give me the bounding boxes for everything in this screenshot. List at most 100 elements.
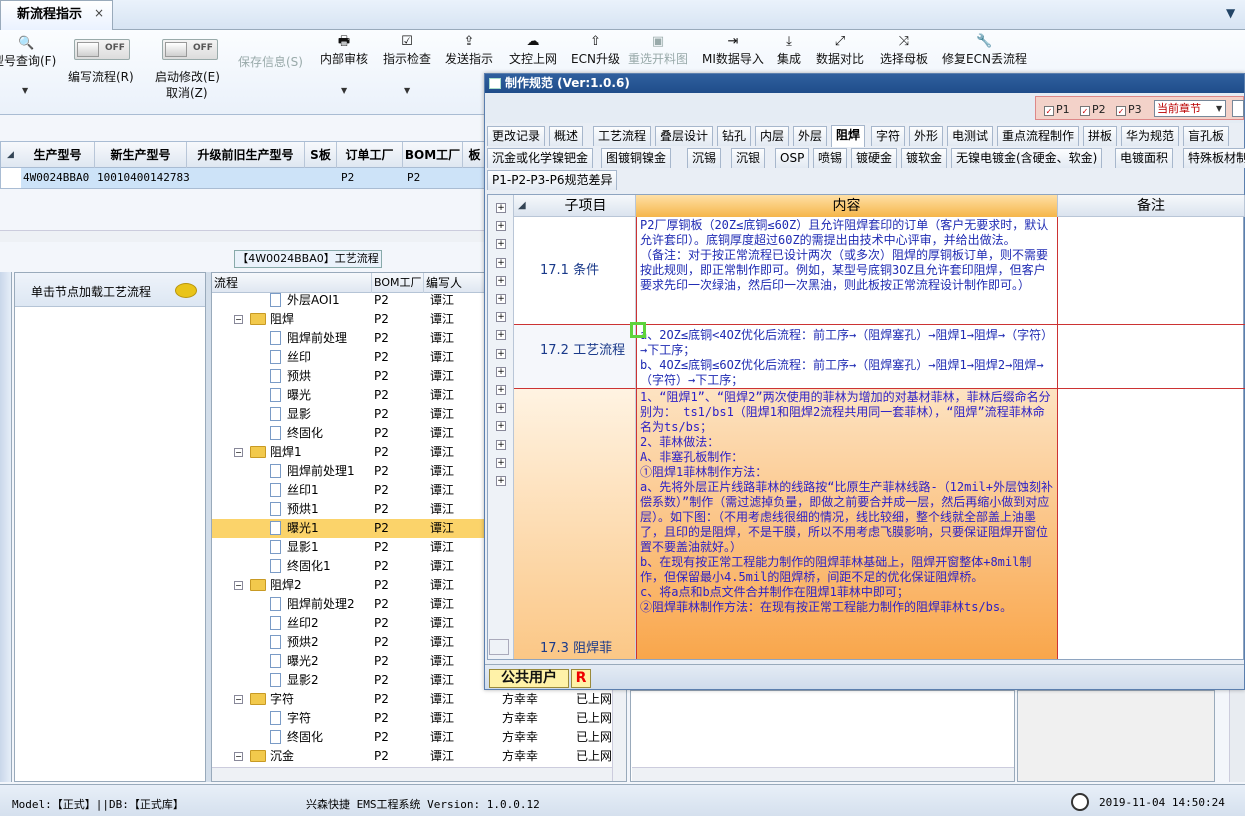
tab-close-icon[interactable]: × xyxy=(94,6,104,20)
expand-row-icon[interactable]: + xyxy=(496,366,506,377)
grid-horizontal-scrollbar[interactable] xyxy=(0,230,487,242)
tab-spec-item[interactable]: 镀硬金 xyxy=(851,148,898,168)
tab-spec-item[interactable]: 外形 xyxy=(909,126,944,146)
expand-row-icon[interactable]: + xyxy=(496,221,506,232)
tab-spec-item[interactable]: 沉银 xyxy=(731,148,766,168)
tab-spec-item[interactable]: 钻孔 xyxy=(717,126,752,146)
tab-spec-item[interactable]: 电镀面积 xyxy=(1115,148,1174,168)
spec-row-3-remark[interactable] xyxy=(1058,389,1245,659)
p2-checkbox[interactable]: ✓ P2 xyxy=(1080,103,1106,116)
internal-review-button[interactable]: 🖶 内部审核 xyxy=(320,34,368,67)
spec-scroll-arrows[interactable] xyxy=(489,639,509,655)
spec-row-3-subject[interactable]: 17.3 阻焊菲 xyxy=(514,389,636,659)
col-old-production-model[interactable]: 升级前旧生产型号 xyxy=(187,142,305,168)
chevron-down-icon[interactable]: ▼ xyxy=(1216,100,1222,117)
tree-row[interactable]: 终固化 P2 谭江 方幸幸 已上网 xyxy=(212,728,626,747)
col-s-board[interactable]: S板 xyxy=(305,142,337,168)
p3-checkbox[interactable]: ✓ P3 xyxy=(1116,103,1142,116)
tab-spec-item[interactable]: P1-P2-P3-P6规范差异 xyxy=(487,170,618,190)
col-remark[interactable]: 备注 xyxy=(1058,195,1245,217)
col-bom-factory[interactable]: BOM工厂 xyxy=(372,273,424,293)
collapse-toggle-icon[interactable]: − xyxy=(234,752,243,761)
tree-row[interactable]: 字符 P2 谭江 方幸幸 已上网 xyxy=(212,709,626,728)
col-flow[interactable]: 流程 xyxy=(212,273,372,293)
expand-row-icon[interactable]: + xyxy=(496,457,506,468)
cancel-button[interactable]: 取消(Z) xyxy=(166,84,208,101)
col-new-production-model[interactable]: 新生产型号 xyxy=(95,142,187,168)
tab-spec-item[interactable]: 图镀铜镍金 xyxy=(601,148,672,168)
collapse-toggle-icon[interactable]: − xyxy=(234,315,243,324)
mi-data-import-button[interactable]: ⇥ MI数据导入 xyxy=(702,34,764,67)
spec-row-1-subject[interactable]: 17.1 条件 xyxy=(514,217,636,325)
spec-row-1-content[interactable]: P2厂厚铜板（20Z≤底铜≤60Z）且允许阻焊套印的订单（客户无要求时，默认允许… xyxy=(636,217,1058,325)
doc-control-online-button[interactable]: ☁ 文控上网 xyxy=(509,34,557,67)
tab-spec-item[interactable]: 外层 xyxy=(793,126,828,146)
expand-row-icon[interactable]: + xyxy=(496,294,506,304)
model-query-dropdown-icon[interactable]: ▼ xyxy=(22,86,28,95)
edit-flow-toggle[interactable]: OFF xyxy=(74,39,130,60)
spec-row-2-subject[interactable]: 17.2 工艺流程 xyxy=(514,325,636,389)
tab-spec-item[interactable]: 沉锡 xyxy=(687,148,722,168)
expand-row-icon[interactable]: + xyxy=(496,275,506,286)
expand-row-icon[interactable]: + xyxy=(496,203,506,213)
expand-row-icon[interactable]: + xyxy=(496,421,506,432)
spec-row-1-remark[interactable] xyxy=(1058,217,1245,325)
data-compare-button[interactable]: ⤢ 数据对比 xyxy=(816,34,864,67)
spec-row-2-content[interactable]: a、2OZ≤底铜<4OZ优化后流程：前工序→（阻焊塞孔）→阻焊1→阻焊→（字符）… xyxy=(636,325,1058,389)
tab-list-chevron-icon[interactable]: ▼ xyxy=(1226,6,1235,20)
dialog-title-bar[interactable]: 制作规范 (Ver:1.0.6) xyxy=(485,74,1244,93)
model-query-button[interactable]: 🔍 型号查询(F) xyxy=(0,36,62,69)
tab-spec-item[interactable]: 镀软金 xyxy=(901,148,948,168)
tab-spec-item[interactable]: 电测试 xyxy=(947,126,994,146)
reselect-cutting-chart-button[interactable]: ▣ 重选开料图 xyxy=(628,34,688,67)
right-vertical-scrollbar[interactable] xyxy=(1229,690,1245,782)
col-bom-factory[interactable]: BOM工厂 xyxy=(403,142,463,168)
tab-spec-item[interactable]: 盲孔板 xyxy=(1183,126,1230,146)
integrate-button[interactable]: ⤓ 集成 xyxy=(777,34,801,67)
tab-spec-item[interactable]: 沉金或化学镍钯金 xyxy=(487,148,594,168)
spec-row-3-content[interactable]: 1、“阻焊1”、“阻焊2”两次使用的菲林为增加的对基材菲林，菲林后缀命名分别为：… xyxy=(636,389,1058,659)
col-production-model[interactable]: 生产型号 xyxy=(21,142,95,168)
expand-row-icon[interactable]: + xyxy=(496,403,506,414)
tab-spec-item[interactable]: 字符 xyxy=(871,126,906,146)
start-modify-toggle[interactable]: OFF xyxy=(162,39,218,60)
tab-spec-item[interactable]: 阻焊 xyxy=(831,125,866,147)
flow-side-tab[interactable] xyxy=(0,272,12,782)
p1-checkbox[interactable]: ✓ P1 xyxy=(1044,103,1070,116)
col-content[interactable]: 内容 xyxy=(636,195,1058,217)
tab-spec-item[interactable]: 拼板 xyxy=(1083,126,1118,146)
expand-row-icon[interactable]: + xyxy=(496,312,506,323)
tab-spec-item[interactable]: 内层 xyxy=(755,126,790,146)
col-order-factory[interactable]: 订单工厂 xyxy=(337,142,403,168)
internal-review-dropdown-icon[interactable]: ▼ xyxy=(341,86,347,95)
expand-row-icon[interactable]: + xyxy=(496,239,506,250)
send-instruction-button[interactable]: ⇪ 发送指示 xyxy=(445,34,493,67)
instruction-check-button[interactable]: ☑ 指示检查 xyxy=(383,34,431,67)
ecn-upgrade-button[interactable]: ⇧ ECN升级 xyxy=(571,34,620,67)
detail-horizontal-scrollbar[interactable] xyxy=(632,767,1014,781)
chapter-input[interactable] xyxy=(1232,100,1244,117)
expand-row-icon[interactable]: + xyxy=(496,330,506,341)
collapse-toggle-icon[interactable]: − xyxy=(234,581,243,590)
collapse-toggle-icon[interactable]: − xyxy=(234,695,243,704)
tab-spec-item[interactable]: OSP xyxy=(775,148,810,168)
tab-spec-item[interactable]: 华为规范 xyxy=(1121,126,1180,146)
expand-row-icon[interactable]: + xyxy=(496,476,506,486)
select-master-board-button[interactable]: ⤨ 选择母板 xyxy=(880,34,928,67)
expand-row-icon[interactable]: + xyxy=(496,257,506,268)
fix-ecn-lost-flow-button[interactable]: 🔧 修复ECN丢流程 xyxy=(942,34,1027,67)
collapse-toggle-icon[interactable]: − xyxy=(234,448,243,457)
expand-row-icon[interactable]: + xyxy=(496,439,506,450)
col-subject[interactable]: 子项目 xyxy=(536,195,636,217)
tab-spec-item[interactable]: 更改记录 xyxy=(487,126,546,146)
tab-spec-item[interactable]: 概述 xyxy=(549,126,584,146)
tab-spec-item[interactable]: 工艺流程 xyxy=(593,126,652,146)
save-info-button[interactable]: 保存信息(S) xyxy=(238,53,303,70)
tab-spec-item[interactable]: 特殊板材制作 xyxy=(1183,148,1245,168)
tree-horizontal-scrollbar[interactable] xyxy=(212,767,612,781)
tree-row[interactable]: − 字符 P2 谭江 方幸幸 已上网 xyxy=(212,690,626,709)
expand-row-icon[interactable]: + xyxy=(496,348,506,359)
expand-row-icon[interactable]: + xyxy=(496,385,506,395)
spec-row-2-remark[interactable] xyxy=(1058,325,1245,389)
tab-spec-item[interactable]: 叠层设计 xyxy=(655,126,714,146)
